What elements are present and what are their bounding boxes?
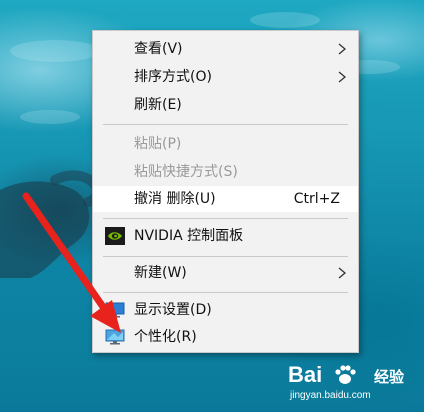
watermark-brand: Bai <box>288 362 323 387</box>
menu-item-label: 新建(W) <box>134 265 187 281</box>
chevron-right-icon <box>338 267 347 279</box>
menu-item-label: NVIDIA 控制面板 <box>134 228 244 244</box>
menu-item-sort-by[interactable]: 排序方式(O) <box>93 64 358 90</box>
menu-item-new[interactable]: 新建(W) <box>93 260 358 286</box>
baidu-jingyan-watermark: Bai 经验 jingyan.baidu.com <box>288 362 414 406</box>
menu-item-label: 查看(V) <box>134 41 183 57</box>
menu-item-view[interactable]: 查看(V) <box>93 36 358 62</box>
menu-item-nvidia-control-panel[interactable]: NVIDIA 控制面板 <box>93 223 358 249</box>
display-settings-icon <box>105 302 125 318</box>
watermark-url: jingyan.baidu.com <box>290 390 371 401</box>
menu-separator <box>103 124 348 125</box>
menu-item-refresh[interactable]: 刷新(E) <box>93 92 358 118</box>
paw-logo-icon <box>335 365 356 384</box>
menu-item-label: 粘贴快捷方式(S) <box>134 164 238 180</box>
menu-item-label: 个性化(R) <box>134 329 197 345</box>
menu-item-label: 排序方式(O) <box>134 69 212 85</box>
chevron-right-icon <box>338 43 347 55</box>
menu-separator <box>103 256 348 257</box>
chevron-right-icon <box>338 71 347 83</box>
menu-item-label: 刷新(E) <box>134 97 182 113</box>
menu-item-display-settings[interactable]: 显示设置(D) <box>93 297 358 323</box>
desktop-context-menu: 查看(V) 排序方式(O) 刷新(E) 粘贴(P) 粘贴快捷方式(S) 撤消 删… <box>92 30 359 353</box>
shortcut-hint: Ctrl+Z <box>293 191 340 207</box>
menu-item-personalize[interactable]: 个性化(R) <box>93 324 358 350</box>
personalize-icon <box>105 329 125 345</box>
menu-item-paste-shortcut: 粘贴快捷方式(S) <box>93 159 358 185</box>
nvidia-icon <box>105 227 125 245</box>
watermark-suffix: 经验 <box>374 369 405 386</box>
menu-separator <box>103 218 348 219</box>
menu-item-label: 撤消 删除(U) <box>134 191 216 207</box>
menu-item-label: 粘贴(P) <box>134 136 182 152</box>
menu-separator <box>103 292 348 293</box>
menu-item-paste: 粘贴(P) <box>93 131 358 157</box>
menu-item-label: 显示设置(D) <box>134 302 212 318</box>
menu-item-undo-delete[interactable]: 撤消 删除(U) Ctrl+Z <box>93 186 358 212</box>
